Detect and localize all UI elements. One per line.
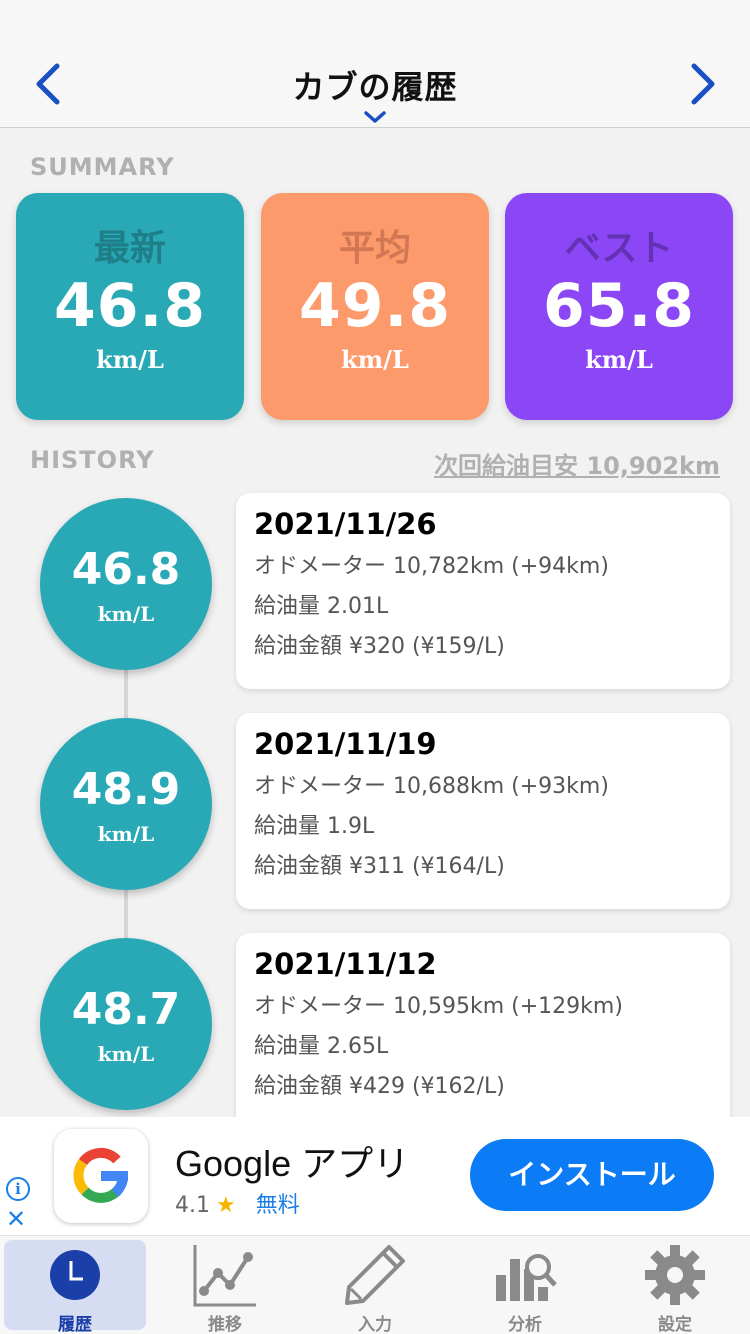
line-chart-icon bbox=[193, 1245, 256, 1307]
card-label: ベスト bbox=[564, 228, 674, 269]
chevron-down-icon[interactable] bbox=[363, 110, 387, 124]
next-refuel-link[interactable]: 次回給油目安 10,902km bbox=[434, 446, 720, 481]
ad-app-name[interactable]: Google アプリ bbox=[175, 1135, 409, 1187]
tab-analysis[interactable]: 分析 bbox=[454, 1240, 596, 1334]
chevron-right-icon bbox=[691, 63, 715, 105]
header-bar: カブの履歴 bbox=[0, 0, 750, 128]
tab-label: 設定 bbox=[658, 1315, 692, 1334]
history-entry-card[interactable]: 2021/11/19 オドメーター 10,688km (+93km) 給油量 1… bbox=[236, 713, 730, 909]
history-efficiency-circle: 46.8 km/L bbox=[40, 498, 212, 670]
ad-meta: 4.1 ★ 無料 bbox=[175, 1187, 300, 1219]
efficiency-value: 48.9 bbox=[71, 764, 181, 815]
card-label: 平均 bbox=[338, 228, 411, 269]
ad-banner[interactable]: i ✕ Google アプリ 4.1 ★ 無料 インストール bbox=[0, 1117, 750, 1235]
history-efficiency-circle: 48.7 km/L bbox=[40, 938, 212, 1110]
card-label: 最新 bbox=[93, 228, 166, 269]
summary-card-best: ベスト 65.8 km/L bbox=[505, 193, 733, 420]
efficiency-unit: km/L bbox=[97, 602, 155, 626]
install-button[interactable]: インストール bbox=[470, 1139, 714, 1211]
google-logo-icon[interactable] bbox=[54, 1129, 148, 1223]
card-unit: km/L bbox=[96, 345, 164, 374]
tab-label: 入力 bbox=[358, 1315, 392, 1334]
efficiency-value: 46.8 bbox=[71, 544, 181, 595]
pencil-icon bbox=[345, 1245, 405, 1305]
entry-date: 2021/11/12 bbox=[254, 947, 437, 981]
entry-fuel-cost: 給油金額 ¥429 (¥162/L) bbox=[254, 1074, 505, 1099]
info-icon[interactable]: i bbox=[6, 1177, 30, 1201]
ad-rating: 4.1 bbox=[175, 1193, 210, 1218]
tab-input[interactable]: 入力 bbox=[304, 1240, 446, 1334]
history-entry-card[interactable]: 2021/11/12 オドメーター 10,595km (+129km) 給油量 … bbox=[236, 933, 730, 1129]
entry-fuel-cost: 給油金額 ¥320 (¥159/L) bbox=[254, 634, 505, 659]
next-vehicle-button[interactable] bbox=[683, 62, 723, 106]
entry-fuel-cost: 給油金額 ¥311 (¥164/L) bbox=[254, 854, 505, 879]
summary-section-label: SUMMARY bbox=[30, 153, 175, 181]
entry-odometer: オドメーター 10,595km (+129km) bbox=[254, 994, 623, 1019]
entry-date: 2021/11/19 bbox=[254, 727, 437, 761]
card-unit: km/L bbox=[341, 345, 409, 374]
card-unit: km/L bbox=[585, 345, 653, 374]
efficiency-unit: km/L bbox=[97, 1042, 155, 1066]
page-title[interactable]: カブの履歴 bbox=[0, 62, 750, 108]
summary-card-latest: 最新 46.8 km/L bbox=[16, 193, 244, 420]
history-section-label: HISTORY bbox=[30, 446, 155, 474]
entry-date: 2021/11/26 bbox=[254, 507, 437, 541]
entry-odometer: オドメーター 10,688km (+93km) bbox=[254, 774, 609, 799]
entry-fuel-amount: 給油量 1.9L bbox=[254, 814, 375, 839]
clock-icon bbox=[50, 1250, 100, 1300]
entry-fuel-amount: 給油量 2.65L bbox=[254, 1034, 389, 1059]
tab-label: 分析 bbox=[508, 1315, 542, 1334]
bar-chart-search-icon bbox=[496, 1254, 557, 1301]
efficiency-value: 48.7 bbox=[71, 984, 181, 1035]
tab-label: 履歴 bbox=[58, 1315, 92, 1334]
history-efficiency-circle: 48.9 km/L bbox=[40, 718, 212, 890]
tab-settings[interactable]: 設定 bbox=[604, 1240, 746, 1334]
summary-card-average: 平均 49.8 km/L bbox=[261, 193, 489, 420]
entry-odometer: オドメーター 10,782km (+94km) bbox=[254, 554, 609, 579]
ad-price: 無料 bbox=[255, 1193, 300, 1218]
card-value: 46.8 bbox=[53, 271, 207, 341]
tab-bar: 履歴 推移 入力 分析 設定 bbox=[0, 1235, 750, 1334]
history-entry-card[interactable]: 2021/11/26 オドメーター 10,782km (+94km) 給油量 2… bbox=[236, 493, 730, 689]
tab-label: 推移 bbox=[208, 1315, 242, 1334]
efficiency-unit: km/L bbox=[97, 822, 155, 846]
tab-history[interactable]: 履歴 bbox=[4, 1240, 146, 1334]
star-icon: ★ bbox=[216, 1193, 236, 1218]
gear-icon bbox=[645, 1245, 705, 1305]
close-icon[interactable]: ✕ bbox=[6, 1207, 26, 1231]
card-value: 65.8 bbox=[542, 271, 696, 341]
tab-trend[interactable]: 推移 bbox=[154, 1240, 296, 1334]
entry-fuel-amount: 給油量 2.01L bbox=[254, 594, 389, 619]
card-value: 49.8 bbox=[298, 271, 452, 341]
